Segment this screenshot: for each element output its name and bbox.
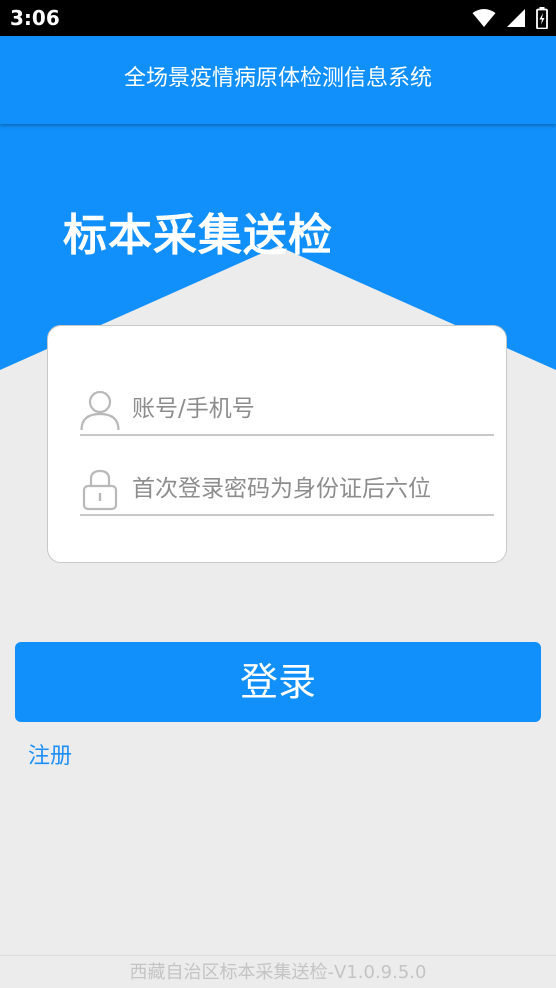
register-link[interactable]: 注册	[28, 742, 72, 772]
login-button[interactable]: 登录	[15, 642, 541, 722]
lock-icon	[80, 468, 120, 512]
wifi-icon	[472, 8, 496, 28]
status-time: 3:06	[10, 6, 60, 30]
app-title: 全场景疫情病原体检测信息系统	[123, 66, 432, 91]
footer-divider	[0, 955, 556, 956]
account-input[interactable]	[132, 390, 488, 428]
footer-version-text: 西藏自治区标本采集送检-V1.0.9.5.0	[129, 962, 427, 983]
password-field	[80, 464, 494, 516]
user-icon	[80, 388, 120, 432]
battery-icon	[536, 7, 548, 29]
status-bar: 3:06	[0, 0, 556, 36]
account-field	[80, 384, 494, 436]
hero-title: 标本采集送检	[63, 210, 333, 261]
status-icons	[472, 6, 548, 30]
app-header: 全场景疫情病原体检测信息系统	[0, 36, 556, 124]
signal-icon	[506, 8, 526, 28]
password-input[interactable]	[132, 470, 488, 508]
login-card	[47, 325, 507, 563]
